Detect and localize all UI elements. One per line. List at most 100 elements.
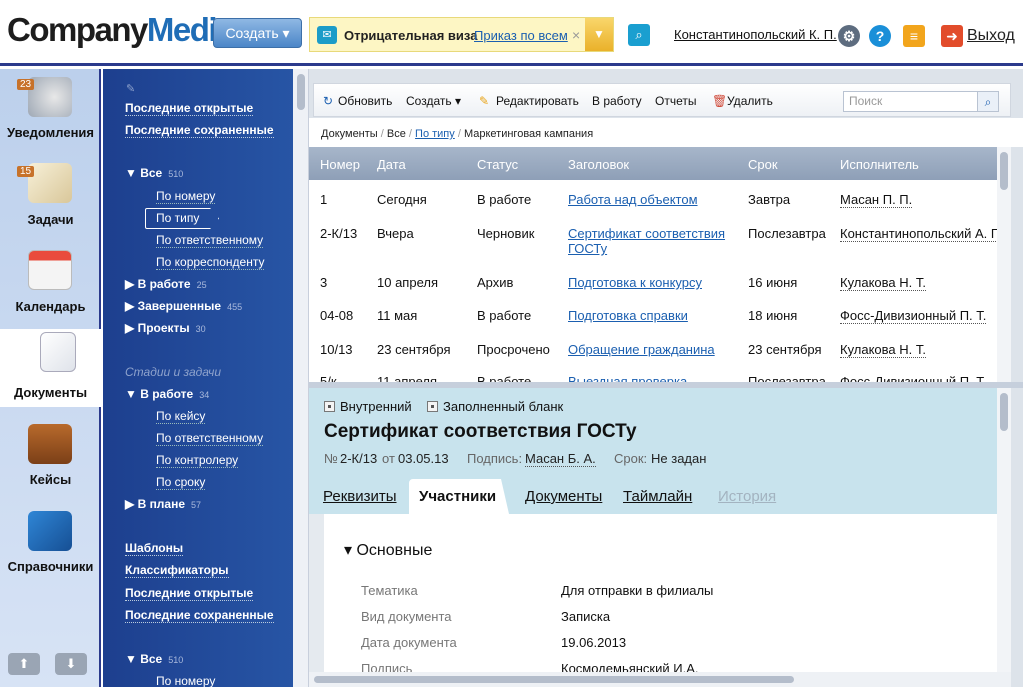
breadcrumb-all[interactable]: Все: [387, 128, 406, 140]
megaphone-icon: [28, 77, 72, 117]
delete-button[interactable]: Удалить: [727, 94, 773, 108]
filter-by-deadline[interactable]: По сроку: [156, 475, 206, 490]
arrow-up-icon[interactable]: ⬆: [8, 653, 40, 675]
create-button[interactable]: Создать ▾: [213, 18, 302, 48]
notes-icon[interactable]: ≡: [903, 25, 925, 47]
recent-open-link-2[interactable]: Последние открытые: [125, 586, 254, 601]
doc-title-link[interactable]: Выездная проверка: [568, 374, 687, 382]
rail-item-tasks[interactable]: Задачи: [0, 212, 101, 227]
pin-icon[interactable]: ✎: [126, 82, 138, 95]
exit-icon[interactable]: ➜: [941, 25, 963, 47]
arrow-down-icon[interactable]: ⬇: [55, 653, 87, 675]
refresh-button[interactable]: Обновить: [338, 94, 392, 108]
tree-projects[interactable]: ▶ Проекты 30: [125, 321, 206, 335]
doc-title-link-line2[interactable]: ГОСТу: [568, 241, 607, 256]
recent-saved-link[interactable]: Последние сохраненные: [125, 123, 274, 138]
exit-link[interactable]: Выход: [967, 27, 1015, 45]
tree-done[interactable]: ▶ Завершенные 455: [125, 299, 242, 313]
rail-item-cases[interactable]: Кейсы: [0, 472, 101, 487]
col-due[interactable]: Срок: [748, 157, 778, 172]
search-input[interactable]: Поиск ⌕: [843, 91, 999, 112]
rail-item-documents[interactable]: Документы: [0, 385, 101, 400]
classifiers-link[interactable]: Классификаторы: [125, 563, 229, 578]
filter-by-number[interactable]: По номеру: [156, 189, 216, 204]
calendar-icon: [28, 250, 72, 290]
scroll-thumb[interactable]: [1000, 393, 1008, 431]
doc-title-link[interactable]: Подготовка к конкурсу: [568, 275, 702, 290]
doc-number: 2-К/13: [340, 451, 378, 466]
breadcrumb: Документы / Все / По типу / Маркетингова…: [309, 118, 1023, 147]
tree-all[interactable]: ▼ Все 510: [125, 166, 183, 180]
close-icon[interactable]: ×: [572, 27, 580, 43]
filter-by-controller[interactable]: По контролеру: [156, 453, 239, 468]
col-number[interactable]: Номер: [320, 157, 360, 172]
filter-stage-by-responsible[interactable]: По ответственному: [156, 431, 264, 446]
tab-timeline[interactable]: Таймлайн: [623, 488, 692, 505]
signer-link[interactable]: Масан Б. А.: [525, 451, 596, 467]
filter-by-correspondent[interactable]: По корреспонденту: [156, 255, 265, 270]
rail-item-calendar[interactable]: Календарь: [0, 299, 101, 314]
sidebar-scrollbar[interactable]: [293, 69, 309, 687]
horizontal-scrollbar[interactable]: [309, 672, 1011, 687]
tree-stage-in-work[interactable]: ▼ В работе 34: [125, 387, 209, 401]
doc-number-label: №: [324, 451, 338, 466]
refresh-icon[interactable]: ↻: [323, 94, 333, 108]
filled-form-flag: Заполненный бланк: [427, 399, 563, 414]
table-scrollbar[interactable]: [997, 147, 1011, 382]
section-main-toggle[interactable]: ▾ Основные: [344, 540, 432, 560]
create-doc-button[interactable]: Создать ▾: [406, 94, 461, 108]
gear-icon[interactable]: ⚙: [838, 25, 860, 47]
doc-title-link[interactable]: Сертификат соответствия: [568, 226, 725, 241]
recent-saved-link-2[interactable]: Последние сохраненные: [125, 608, 274, 623]
edit-button[interactable]: Редактировать: [496, 94, 579, 108]
tree-all-2[interactable]: ▼ Все 510: [125, 652, 183, 666]
tree-planned[interactable]: ▶ В плане 57: [125, 497, 201, 511]
col-title[interactable]: Заголовок: [568, 157, 629, 172]
field-value: 19.06.2013: [561, 635, 627, 650]
documents-table: 1 Сегодня В работе Работа над объектом З…: [309, 180, 997, 382]
filter-by-number-2[interactable]: По номеру: [156, 674, 215, 687]
scroll-thumb[interactable]: [314, 676, 794, 683]
documents-sidebar: ✎ Последние открытые Последние сохраненн…: [103, 69, 293, 687]
templates-link[interactable]: Шаблоны: [125, 541, 184, 556]
pencil-icon[interactable]: ✎: [479, 94, 489, 108]
filter-by-responsible[interactable]: По ответственному: [156, 233, 264, 248]
user-name-link[interactable]: Константинопольский К. П.: [674, 27, 837, 42]
scroll-thumb[interactable]: [1000, 152, 1008, 190]
tab-requisites[interactable]: Реквизиты: [323, 488, 397, 505]
chevron-down-icon[interactable]: ▼: [585, 18, 613, 51]
scroll-thumb[interactable]: [297, 74, 305, 110]
field-value: Для отправки в филиалы: [561, 583, 714, 598]
notifications-badge: 23: [17, 79, 35, 90]
rail-item-notifications[interactable]: Уведомления: [0, 125, 101, 140]
breadcrumb-documents[interactable]: Документы: [321, 128, 378, 140]
tab-history[interactable]: История: [718, 488, 776, 505]
tab-documents[interactable]: Документы: [525, 488, 602, 505]
col-executor[interactable]: Исполнитель: [840, 157, 919, 172]
reports-button[interactable]: Отчеты: [655, 94, 696, 108]
recent-open-link[interactable]: Последние открытые: [125, 101, 254, 116]
notification-link[interactable]: Приказ по всем: [474, 28, 568, 43]
breadcrumb-by-type[interactable]: По типу: [415, 128, 455, 140]
to-work-button[interactable]: В работу: [592, 94, 642, 108]
col-status[interactable]: Статус: [477, 157, 518, 172]
tree-in-work[interactable]: ▶ В работе 25: [125, 277, 207, 291]
doc-title-link[interactable]: Работа над объектом: [568, 192, 698, 207]
search-icon[interactable]: ⌕: [628, 24, 650, 46]
field-value: Записка: [561, 609, 611, 624]
document-icon: [40, 332, 76, 372]
logo[interactable]: CompanyMedia: [7, 10, 234, 50]
search-icon[interactable]: ⌕: [977, 91, 999, 112]
trash-icon[interactable]: 🗑: [712, 94, 727, 108]
filter-by-type[interactable]: По типу: [156, 211, 199, 225]
field-label: Дата документа: [361, 635, 457, 650]
filter-by-case[interactable]: По кейсу: [156, 409, 206, 424]
col-date[interactable]: Дата: [377, 157, 406, 172]
notification-title: Отрицательная виза: [344, 28, 478, 43]
tab-participants[interactable]: Участники: [419, 488, 496, 505]
detail-scrollbar[interactable]: [997, 388, 1011, 687]
doc-title-link[interactable]: Обращение гражданина: [568, 342, 715, 357]
rail-item-references[interactable]: Справочники: [0, 559, 101, 574]
doc-title-link[interactable]: Подготовка справки: [568, 308, 688, 323]
help-icon[interactable]: ?: [869, 25, 891, 47]
